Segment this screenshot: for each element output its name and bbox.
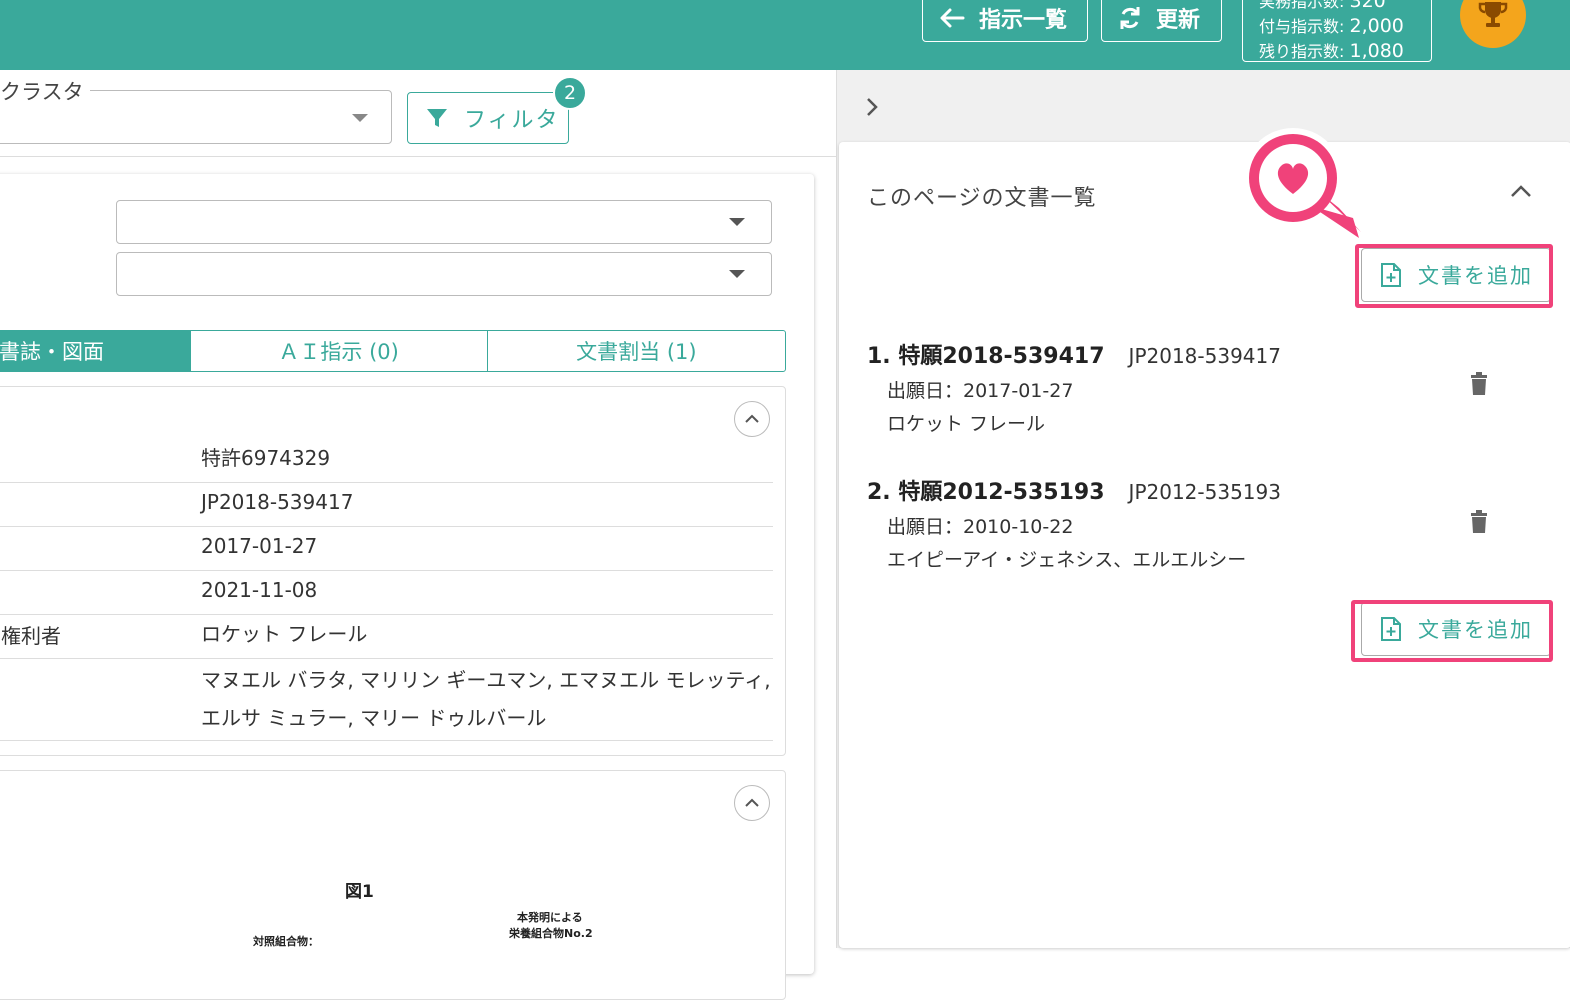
figure-title: 図1 [345, 882, 374, 902]
filter-icon [427, 109, 447, 127]
filter-button[interactable]: フィルタ [407, 92, 569, 144]
top-header: 指示一覧 更新 実務指示数: 320 付与指示数: 2,000 残り指示数: 1… [0, 0, 1570, 70]
table-row: マヌエル バラタ, マリリン ギーユマン, エマヌエル モレッティ, エルサ ミ… [0, 659, 773, 741]
document-list-card: このページの文書一覧 文書を追加 1. 特願2018-539417 JP2018-… [839, 128, 1570, 948]
tab-biblio[interactable]: 書誌・図面 [0, 331, 191, 371]
instruction-quota: 実務指示数: 320 付与指示数: 2,000 残り指示数: 1,080 [1242, 0, 1432, 62]
trophy-icon [1478, 2, 1508, 27]
figure-text: 対照組合物： [253, 935, 319, 948]
table-row: JP2018-539417 [0, 483, 773, 527]
dropdown-icon [729, 218, 745, 226]
list-item[interactable]: 2. 特願2012-535193 JP2012-535193 出願日：2010-1… [867, 474, 1281, 572]
biblio-panel: 特許6974329 JP2018-539417 2017-01-27 2021-… [0, 386, 786, 756]
trash-icon[interactable] [1469, 510, 1489, 534]
table-row: 2021-11-08 [0, 571, 773, 615]
filing-date: 出願日：2010-10-22 [887, 516, 1074, 538]
select-field-2[interactable] [116, 252, 772, 296]
quota-line-1: 実務指示数: 320 [1259, 0, 1386, 12]
highlight-box [1351, 600, 1553, 662]
collapse-button[interactable] [734, 401, 770, 437]
quota-line-2: 付与指示数: 2,000 [1259, 15, 1404, 37]
highlight-box [1355, 244, 1553, 308]
chevron-up-icon [745, 414, 759, 423]
trophy-button[interactable] [1460, 0, 1526, 48]
cluster-dropdown-icon[interactable] [352, 114, 368, 122]
filter-label: フィルタ [464, 108, 560, 133]
back-to-list-button[interactable]: 指示一覧 [922, 0, 1088, 42]
document-list-pane: このページの文書一覧 文書を追加 1. 特願2018-539417 JP2018-… [836, 70, 1570, 948]
applicant: エイピーアイ・ジェネシス、エルエルシー [887, 549, 1247, 571]
detail-tabs: 書誌・図面 ＡＩ指示 (0) 文書割当 (1) [0, 330, 786, 372]
back-to-list-label: 指示一覧 [979, 8, 1068, 33]
document-detail-pane: クラスタ フィルタ 2 書誌・図面 ＡＩ指示 (0) 文書割当 (1) 特許69… [0, 70, 836, 1000]
filter-count-badge: 2 [553, 76, 587, 110]
list-item[interactable]: 1. 特願2018-539417 JP2018-539417 出願日：2017-0… [867, 338, 1281, 436]
figure-text: 栄養組合物No.2 [509, 927, 593, 940]
filing-date: 出願日：2017-01-27 [887, 380, 1074, 402]
tab-ai-instructions[interactable]: ＡＩ指示 (0) [191, 331, 488, 371]
drawing-panel: 図1 本発明による 栄養組合物No.2 対照組合物： [0, 770, 786, 1000]
tab-doc-assignment[interactable]: 文書割当 (1) [488, 331, 785, 371]
cluster-label: クラスタ [0, 76, 90, 106]
collapse-button[interactable] [734, 785, 770, 821]
trash-icon[interactable] [1469, 372, 1489, 396]
refresh-label: 更新 [1156, 8, 1201, 33]
heart-pin-icon [1243, 128, 1361, 238]
applicant: ロケット フレール [887, 413, 1046, 435]
figure-text: 本発明による [517, 911, 583, 924]
dropdown-icon [729, 270, 745, 278]
divider [0, 156, 836, 157]
refresh-icon [1120, 7, 1140, 29]
table-row: 権利者 ロケット フレール [0, 615, 773, 659]
select-field-1[interactable] [116, 200, 772, 244]
document-list-title: このページの文書一覧 [867, 186, 1097, 211]
table-row: 特許6974329 [0, 439, 773, 483]
quota-line-3: 残り指示数: 1,080 [1259, 40, 1404, 62]
chevron-right-icon[interactable] [865, 96, 879, 118]
chevron-up-icon[interactable] [1509, 184, 1533, 198]
detail-card: 書誌・図面 ＡＩ指示 (0) 文書割当 (1) 特許6974329 JP2018… [0, 174, 814, 1000]
row-key-holder: 権利者 [1, 624, 61, 648]
refresh-button[interactable]: 更新 [1101, 0, 1222, 42]
table-row: 2017-01-27 [0, 527, 773, 571]
chevron-up-icon [745, 798, 759, 807]
arrow-left-icon [940, 8, 965, 28]
